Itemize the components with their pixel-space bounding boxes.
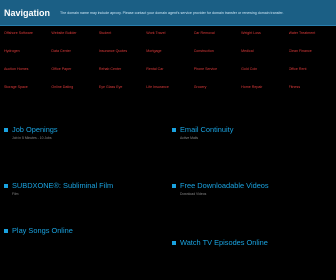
nav-link[interactable]: Construction [194, 48, 239, 66]
section-subtext[interactable]: Download Videos [180, 192, 332, 196]
section-job-openings: Job Openings Job in 5 Minutes - 10 Jobs [4, 125, 164, 140]
bullet-icon [4, 183, 8, 188]
section-title-link[interactable]: Email Continuity [180, 125, 233, 134]
section-watch-tv: Watch TV Episodes Online [172, 238, 332, 247]
nav-link[interactable]: Mortgage [146, 48, 191, 66]
nav-link[interactable]: Phone Service [194, 66, 239, 84]
nav-link[interactable]: Offshore Software [4, 30, 49, 48]
site-brand: Navigation [4, 7, 51, 18]
section-email-continuity: Email Continuity Active Mails [172, 125, 332, 140]
nav-link[interactable]: Website Builder [51, 30, 96, 48]
section-title-link[interactable]: Play Songs Online [12, 226, 73, 235]
nav-link[interactable]: Rental Car [146, 66, 191, 84]
nav-link[interactable]: Home Repair [241, 84, 286, 102]
section-subtext[interactable]: Film [12, 192, 164, 196]
nav-link[interactable]: Car Removal [194, 30, 239, 48]
nav-link[interactable]: Hydrogen [4, 48, 49, 66]
bullet-icon [172, 183, 176, 188]
nav-link[interactable]: Eye Glass Eye [99, 84, 144, 102]
nav-link[interactable]: Fitness [289, 84, 334, 102]
nav-link[interactable]: Work Travel [146, 30, 191, 48]
section-free-videos: Free Downloadable Videos Download Videos [172, 181, 332, 196]
bullet-icon [172, 240, 176, 245]
section-subtext[interactable]: Job in 5 Minutes - 10 Jobs [12, 136, 164, 140]
nav-link[interactable]: Clean Finance [289, 48, 334, 66]
nav-link[interactable]: Online Dating [51, 84, 96, 102]
nav-link[interactable]: Storage Space [4, 84, 49, 102]
section-title-link[interactable]: Job Openings [12, 125, 58, 134]
section-title-link[interactable]: Free Downloadable Videos [180, 181, 269, 190]
nav-link[interactable]: Grocery [194, 84, 239, 102]
nav-link[interactable]: Data Center [51, 48, 96, 66]
bullet-icon [4, 228, 8, 233]
domain-notice-link[interactable]: The domain name may include aproxy. Plea… [60, 11, 336, 15]
bullet-icon [4, 127, 8, 132]
nav-link[interactable]: Weight Loss [241, 30, 286, 48]
top-bar: Navigation The domain name may include a… [0, 0, 336, 26]
section-title-link[interactable]: SUBDXONE®: Subliminal Film [12, 181, 113, 190]
section-title-link[interactable]: Watch TV Episodes Online [180, 238, 268, 247]
nav-link[interactable]: Rehab Center [99, 66, 144, 84]
nav-link[interactable]: Office Rent [289, 66, 334, 84]
section-subtext[interactable]: Active Mails [180, 136, 332, 140]
nav-link[interactable]: Student [99, 30, 144, 48]
section-subliminal-film: SUBDXONE®: Subliminal Film Film [4, 181, 164, 196]
nav-link[interactable]: Life Insurance [146, 84, 191, 102]
section-play-songs: Play Songs Online [4, 226, 164, 235]
nav-link[interactable]: Insurance Quotes [99, 48, 144, 66]
nav-link-grid: Offshore Software Website Builder Studen… [4, 30, 334, 102]
nav-link[interactable]: Medical [241, 48, 286, 66]
nav-link[interactable]: Gold Coin [241, 66, 286, 84]
nav-link[interactable]: Office Paper [51, 66, 96, 84]
nav-link[interactable]: Auction Homes [4, 66, 49, 84]
bullet-icon [172, 127, 176, 132]
nav-link[interactable]: Water Treatment [289, 30, 334, 48]
